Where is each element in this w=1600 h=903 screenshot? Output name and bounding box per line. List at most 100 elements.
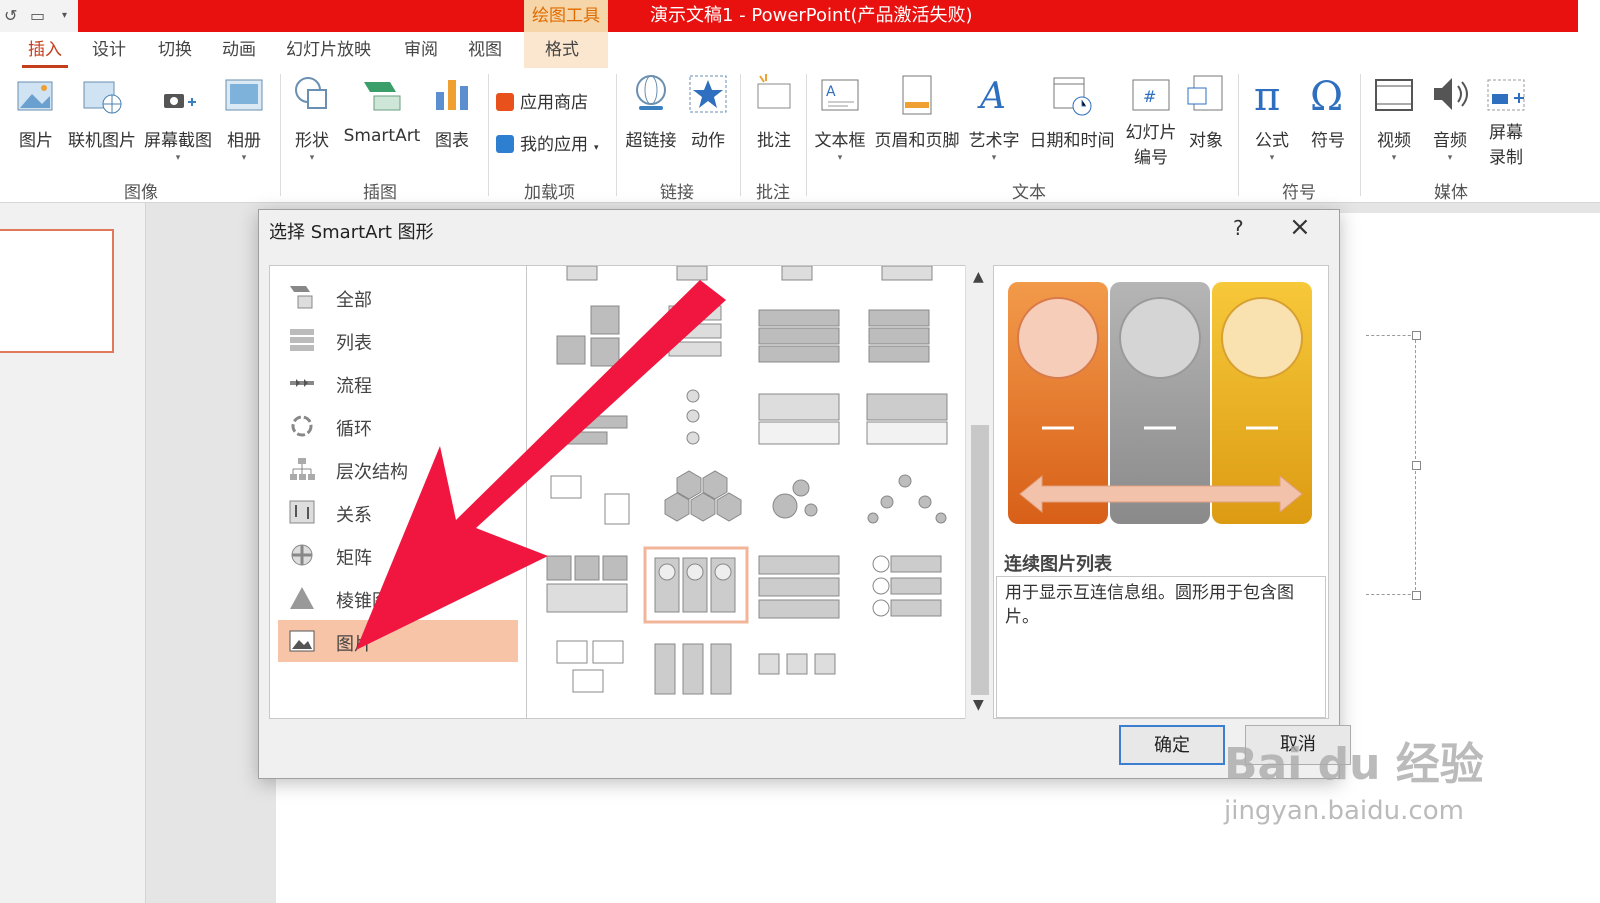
online-picture-icon: [83, 81, 122, 114]
baidu-watermark: Bai du 经验 jingyan.baidu.com: [1224, 728, 1484, 826]
category-label: 列表: [336, 333, 372, 354]
symbol-button[interactable]: Ω 符号: [1306, 72, 1350, 151]
tab-design[interactable]: 设计: [92, 32, 126, 68]
datetime-button[interactable]: 日期和时间: [1026, 72, 1118, 151]
wordart-dropdown-icon: ▾: [991, 153, 997, 163]
category-matrix[interactable]: 矩阵: [278, 534, 518, 576]
audio-button[interactable]: 音频 ▾: [1428, 72, 1472, 163]
wordart-button[interactable]: A 艺术字 ▾: [966, 72, 1022, 163]
screen-recording-label-line2: 录制: [1489, 148, 1523, 168]
help-button[interactable]: ?: [1233, 216, 1244, 240]
resize-handle[interactable]: [1412, 591, 1421, 600]
resize-handle[interactable]: [1412, 331, 1421, 340]
ribbon: 图片 联机图片 屏幕截图 ▾ 相册 ▾ 图像 形状 ▾ SmartArt 图表 …: [0, 68, 1600, 203]
layout-name: 连续图片列表: [1004, 554, 1112, 575]
tab-animations[interactable]: 动画: [222, 32, 256, 68]
film-icon: [1375, 79, 1413, 111]
my-apps-label: 我的应用: [520, 135, 588, 155]
my-apps-dropdown-icon: ▾: [594, 143, 599, 153]
pyramid-icon: [290, 587, 314, 609]
my-apps-button[interactable]: 我的应用 ▾: [496, 130, 599, 155]
scroll-up-icon[interactable]: ▲: [973, 269, 984, 285]
action-star-icon: [689, 75, 727, 113]
resize-handle[interactable]: [1412, 461, 1421, 470]
preview-circle: [1017, 297, 1099, 379]
ok-button[interactable]: 确定: [1119, 725, 1225, 765]
omega-icon: Ω: [1310, 74, 1343, 118]
title-bar: ↺ ▭ ▾ 绘图工具 演示文稿1 - PowerPoint(产品激活失败): [0, 0, 1600, 32]
video-button[interactable]: 视频 ▾: [1372, 72, 1416, 163]
category-picture[interactable]: 图片: [278, 620, 518, 662]
store-button[interactable]: 应用商店: [496, 88, 588, 113]
cycle-icon: [291, 415, 313, 437]
my-apps-icon: [496, 135, 514, 153]
layout-thumbnail: [686, 389, 700, 403]
textbox-icon: A: [821, 79, 859, 111]
layout-thumbnail: [556, 640, 588, 664]
category-relationship[interactable]: 关系: [278, 491, 518, 533]
album-button[interactable]: 相册 ▾: [220, 72, 268, 163]
hyperlink-button[interactable]: 超链接: [622, 72, 680, 151]
textbox-label: 文本框: [814, 131, 866, 151]
tab-format[interactable]: 格式: [545, 32, 579, 68]
layout-thumbnail: [590, 337, 620, 367]
category-pyramid[interactable]: 棱锥图: [278, 577, 518, 619]
textbox-button[interactable]: A 文本框 ▾: [812, 72, 868, 163]
symbol-label: 符号: [1311, 131, 1345, 151]
screen-recording-label-line1: 屏幕: [1489, 123, 1523, 143]
scroll-down-icon[interactable]: ▼: [973, 697, 984, 713]
scrollbar-thumb[interactable]: [971, 425, 989, 695]
shapes-button[interactable]: 形状 ▾: [290, 72, 334, 163]
video-label: 视频: [1377, 131, 1411, 151]
watermark-brand: Bai du 经验: [1224, 739, 1484, 790]
tab-view[interactable]: 视图: [468, 32, 502, 68]
category-list-type[interactable]: 列表: [278, 319, 518, 361]
equation-dropdown-icon: ▾: [1269, 153, 1275, 163]
tab-transitions[interactable]: 切换: [158, 32, 192, 68]
screen-recording-button[interactable]: 屏幕 录制: [1484, 72, 1528, 168]
layout-thumbnail: [868, 309, 930, 327]
picture-button[interactable]: 图片: [14, 72, 58, 151]
equation-button[interactable]: π 公式 ▾: [1250, 72, 1294, 163]
category-cycle[interactable]: 循环: [278, 405, 518, 447]
layout-thumbnail: [676, 266, 708, 281]
category-all[interactable]: 全部: [278, 276, 518, 318]
layout-thumbnail: [781, 266, 813, 281]
category-label: 层次结构: [336, 462, 408, 483]
layout-thumbnail: [881, 266, 933, 281]
watermark-url: jingyan.baidu.com: [1224, 796, 1464, 826]
tab-insert[interactable]: 插入: [22, 32, 68, 68]
chart-button[interactable]: 图表: [430, 72, 474, 151]
slide-thumbnail[interactable]: [0, 229, 114, 353]
ribbon-tabs: 插入 设计 切换 动画 幻灯片放映 审阅 视图 格式: [0, 32, 1600, 68]
album-icon: [225, 79, 263, 111]
header-footer-button[interactable]: 页眉和页脚: [872, 72, 962, 151]
chart-label: 图表: [435, 131, 469, 151]
category-process[interactable]: 流程: [278, 362, 518, 404]
action-label: 动作: [691, 131, 725, 151]
audio-dropdown-icon: ▾: [1447, 153, 1453, 163]
comment-button[interactable]: 批注: [752, 72, 796, 151]
relationship-icon: [289, 500, 315, 524]
content-placeholder[interactable]: [1366, 335, 1416, 595]
screenshot-button[interactable]: 屏幕截图 ▾: [142, 72, 214, 163]
tab-slideshow[interactable]: 幻灯片放映: [286, 32, 371, 68]
datetime-label: 日期和时间: [1029, 131, 1115, 151]
smartart-button[interactable]: SmartArt: [340, 72, 424, 146]
gallery-scrollbar[interactable]: ▲ ▼: [965, 265, 993, 719]
action-button[interactable]: 动作: [686, 72, 730, 151]
online-picture-button[interactable]: 联机图片: [66, 72, 138, 151]
close-icon[interactable]: ×: [1289, 212, 1311, 242]
screenshot-icon: [164, 94, 196, 108]
group-divider: [280, 74, 281, 196]
presentation-icon[interactable]: ▭: [30, 6, 45, 25]
group-label-text: 文本: [1012, 183, 1046, 203]
layout-thumbnail: [758, 555, 840, 575]
tab-review[interactable]: 审阅: [404, 32, 438, 68]
slide-number-button[interactable]: # 幻灯片 编号: [1122, 72, 1180, 168]
slide-thumbnail-panel: [0, 203, 146, 903]
object-button[interactable]: 对象: [1184, 72, 1228, 151]
customize-toolbar-icon[interactable]: ▾: [62, 10, 67, 21]
category-hierarchy[interactable]: 层次结构: [278, 448, 518, 490]
undo-icon[interactable]: ↺: [4, 6, 17, 25]
